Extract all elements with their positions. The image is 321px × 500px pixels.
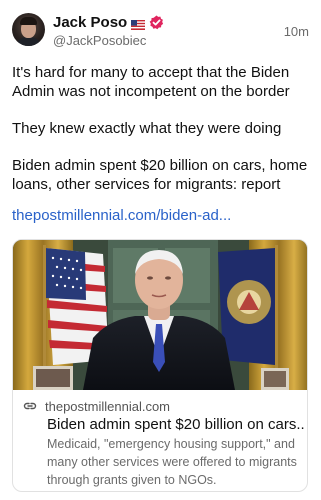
card-description: Medicaid, "emergency housing support," a… <box>47 437 297 487</box>
author-row: Jack Poso <box>53 13 164 31</box>
author-display-name[interactable]: Jack Poso <box>53 14 127 31</box>
card-title[interactable]: Biden admin spent $20 billion on cars... <box>47 416 305 433</box>
post-paragraph: They knew exactly what they were doing <box>12 120 282 137</box>
post-timestamp[interactable]: 10m <box>284 24 309 39</box>
card-image[interactable] <box>13 240 307 390</box>
post-body: It's hard for many to accept that the Bi… <box>12 63 312 212</box>
post-paragraph: Biden admin spent $20 billion on cars, h… <box>12 157 308 193</box>
card-domain: thepostmillennial.com <box>45 398 171 414</box>
us-flag-icon <box>131 17 146 30</box>
post[interactable]: Jack Poso @JackPosobiec 10m It's hard fo… <box>0 0 321 500</box>
avatar[interactable] <box>12 13 45 46</box>
author-handle[interactable]: @JackPosobiec <box>53 33 146 48</box>
link-icon <box>23 399 37 413</box>
card-domain-row: thepostmillennial.com <box>23 398 170 414</box>
post-paragraph: It's hard for many to accept that the Bi… <box>12 64 290 100</box>
post-link[interactable]: thepostmillennial.com/biden-ad... <box>12 207 231 224</box>
link-preview-card[interactable]: thepostmillennial.com Biden admin spent … <box>12 239 308 492</box>
verified-badge-icon <box>149 15 164 30</box>
